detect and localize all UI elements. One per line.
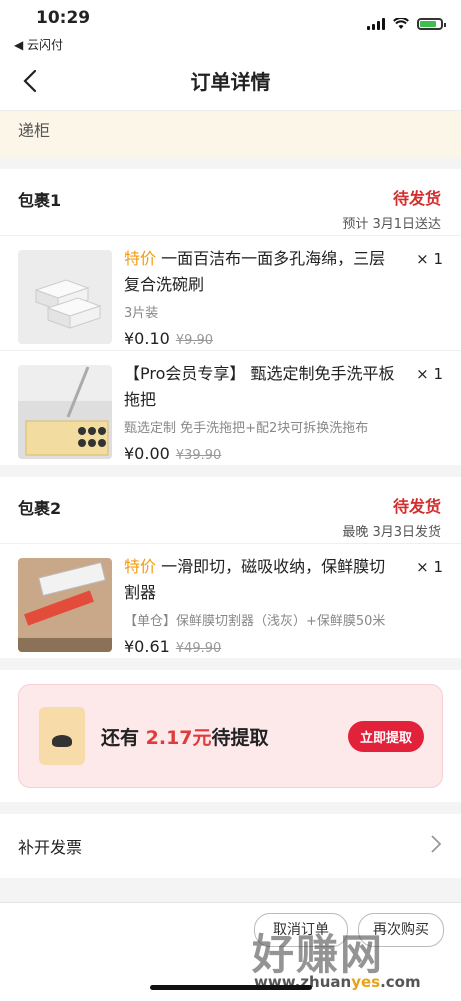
original-price: ¥39.90 bbox=[175, 448, 222, 463]
cashback-amount: 2.17元 bbox=[145, 727, 212, 749]
reissue-invoice-row[interactable]: 补开发票 bbox=[0, 814, 461, 878]
product-price: ¥0.00 ¥39.90 bbox=[124, 444, 222, 463]
product-thumbnail-sponge[interactable] bbox=[18, 250, 112, 344]
product-spec: 3片装 bbox=[124, 306, 159, 321]
product-title: 【Pro会员专享】 甄选定制免手洗平板拖把 bbox=[124, 364, 395, 409]
cashback-banner[interactable]: 还有 2.17元待提取 立即提取 bbox=[18, 684, 443, 788]
special-price-tag: 特价 bbox=[124, 557, 157, 576]
package-header: 包裹2 待发货 最晚 3月3日发货 bbox=[0, 477, 461, 543]
address-text: 递柜 bbox=[18, 121, 51, 140]
original-price: ¥9.90 bbox=[175, 333, 214, 348]
cashback-section: 还有 2.17元待提取 立即提取 bbox=[0, 670, 461, 802]
status-time: 10:29 bbox=[36, 8, 91, 28]
product-quantity: × 1 bbox=[416, 558, 443, 576]
product-quantity: × 1 bbox=[416, 250, 443, 268]
package-status: 待发货 bbox=[392, 497, 441, 516]
product-quantity: × 1 bbox=[416, 365, 443, 383]
product-thumbnail-mop[interactable] bbox=[18, 365, 112, 459]
piggy-bank-icon bbox=[39, 707, 85, 765]
product-title: 特价 一面百洁布一面多孔海绵，三层复合洗碗刷 bbox=[124, 249, 386, 294]
package-eta: 最晚 3月3日发货 bbox=[342, 525, 441, 540]
product-spec: 甄选定制 免手洗拖把+配2块可拆换洗拖布 bbox=[124, 421, 369, 436]
cellular-signal-icon bbox=[367, 18, 385, 30]
nav-bar: 订单详情 bbox=[0, 52, 461, 111]
claim-now-button[interactable]: 立即提取 bbox=[347, 721, 424, 752]
battery-charging-icon bbox=[417, 18, 446, 30]
product-price: ¥0.10 ¥9.90 bbox=[124, 329, 214, 348]
package-eta: 预计 3月1日送达 bbox=[342, 217, 441, 232]
status-bar: 10:29 ◀ 云闪付 bbox=[0, 0, 461, 52]
wifi-icon bbox=[393, 18, 409, 29]
order-item[interactable]: 特价 一面百洁布一面多孔海绵，三层复合洗碗刷 3片装 ¥0.10 ¥9.90 × … bbox=[0, 235, 461, 350]
special-price-tag: 特价 bbox=[124, 249, 157, 268]
page-title: 订单详情 bbox=[190, 70, 271, 94]
product-title: 特价 一滑即切，磁吸收纳，保鲜膜切割器 bbox=[124, 557, 386, 602]
cashback-text: 还有 2.17元待提取 bbox=[101, 727, 269, 749]
package-status: 待发货 bbox=[392, 189, 441, 208]
order-item[interactable]: 【Pro会员专享】 甄选定制免手洗平板拖把 甄选定制 免手洗拖把+配2块可拆换洗… bbox=[0, 350, 461, 465]
product-thumbnail-wrap-cutter[interactable] bbox=[18, 558, 112, 652]
order-item[interactable]: 特价 一滑即切，磁吸收纳，保鲜膜切割器 【单仓】保鲜膜切割器（浅灰）+保鲜膜50… bbox=[0, 543, 461, 658]
original-price: ¥49.90 bbox=[175, 641, 222, 656]
home-indicator[interactable] bbox=[150, 985, 312, 990]
package-header: 包裹1 待发货 预计 3月1日送达 bbox=[0, 169, 461, 235]
invoice-label: 补开发票 bbox=[18, 838, 83, 857]
package-name: 包裹2 bbox=[18, 499, 62, 518]
product-price: ¥0.61 ¥49.90 bbox=[124, 637, 222, 656]
package-card-1: 包裹1 待发货 预计 3月1日送达 特价 一面百洁布一面多孔海绵，三层复合洗碗刷… bbox=[0, 169, 461, 465]
address-banner: 递柜 bbox=[0, 111, 461, 157]
status-icons bbox=[367, 18, 446, 30]
product-spec: 【单仓】保鲜膜切割器（浅灰）+保鲜膜50米 bbox=[124, 614, 386, 629]
package-name: 包裹1 bbox=[18, 191, 62, 210]
chevron-right-icon bbox=[431, 835, 442, 853]
back-to-app-link[interactable]: ◀ 云闪付 bbox=[14, 36, 63, 53]
package-card-2: 包裹2 待发货 最晚 3月3日发货 特价 一滑即切，磁吸收纳，保鲜膜切割器 【单… bbox=[0, 477, 461, 658]
